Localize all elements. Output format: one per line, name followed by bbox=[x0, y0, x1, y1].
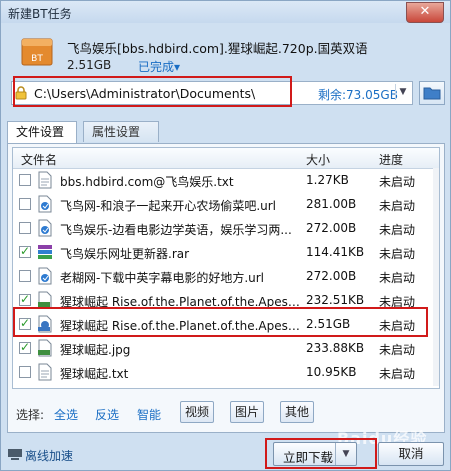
file-checkbox[interactable] bbox=[19, 270, 31, 282]
file-list-header: 文件名 大小 进度 bbox=[13, 148, 439, 169]
file-name: 猩球崛起.txt bbox=[60, 367, 129, 381]
file-name: bbs.hdbird.com@飞鸟娱乐.txt bbox=[60, 175, 234, 189]
txt-file-icon bbox=[37, 363, 53, 381]
file-progress: 未启动 bbox=[379, 223, 416, 237]
path-highlight-box bbox=[13, 76, 292, 107]
file-progress: 未启动 bbox=[379, 367, 416, 381]
column-progress-header[interactable]: 进度 bbox=[379, 151, 403, 168]
txt-file-icon bbox=[37, 171, 53, 189]
rar-file-icon bbox=[37, 243, 53, 261]
file-row[interactable]: 飞鸟网-和浪子一起来开心农场偷菜吧.url 281.00B 未启动 bbox=[13, 193, 439, 217]
footer-bar: 离线加速 立即下载 ▼ 取消 bbox=[1, 437, 450, 470]
file-settings-panel: 文件名 大小 进度 bbs.hdbird.com@飞鸟娱乐.txt 1.27KB 未… bbox=[7, 143, 445, 433]
column-size-header[interactable]: 大小 bbox=[306, 151, 330, 168]
file-name: 飞鸟娱乐-边看电影边学英语，娱乐学习两... bbox=[60, 223, 292, 237]
browse-folder-button[interactable] bbox=[419, 81, 445, 105]
file-row[interactable]: 老糊网-下载中英字幕电影的好地方.url 272.00B 未启动 bbox=[13, 265, 439, 289]
filter-image-button[interactable]: 图片 bbox=[230, 401, 264, 423]
offline-acceleration-link[interactable]: 离线加速 bbox=[25, 447, 73, 464]
file-row[interactable]: 猩球崛起.jpg 233.88KB 未启动 bbox=[13, 337, 439, 361]
filter-video-button[interactable]: 视频 bbox=[180, 401, 214, 423]
file-progress: 未启动 bbox=[379, 199, 416, 213]
title-bar: 新建BT任务 ✕ bbox=[1, 1, 450, 23]
file-row[interactable]: 飞鸟娱乐网址更新器.rar 114.41KB 未启动 bbox=[13, 241, 439, 265]
task-title: 飞鸟娱乐[bbs.hdbird.com].猩球崛起.720p.国英双语 bbox=[67, 41, 368, 56]
file-checkbox[interactable] bbox=[19, 222, 31, 234]
url-file-icon bbox=[37, 219, 53, 237]
smart-select-link[interactable]: 智能 bbox=[137, 406, 161, 423]
file-size: 233.88KB bbox=[306, 341, 365, 355]
file-row[interactable]: bbs.hdbird.com@飞鸟娱乐.txt 1.27KB 未启动 bbox=[13, 169, 439, 193]
file-size: 272.00B bbox=[306, 221, 357, 235]
tab-property-settings[interactable]: 属性设置 bbox=[83, 121, 159, 142]
bt-badge-text: BT bbox=[31, 54, 43, 64]
file-progress: 未启动 bbox=[379, 175, 416, 189]
file-name: 飞鸟娱乐网址更新器.rar bbox=[60, 247, 190, 261]
task-header: BT 飞鸟娱乐[bbs.hdbird.com].猩球崛起.720p.国英双语 2… bbox=[1, 23, 450, 75]
selected-file-highlight-box bbox=[13, 307, 428, 337]
file-checkbox[interactable] bbox=[19, 292, 31, 306]
path-dropdown-icon[interactable]: ▼ bbox=[395, 84, 410, 100]
tab-file-settings[interactable]: 文件设置 bbox=[7, 121, 77, 144]
file-checkbox[interactable] bbox=[19, 340, 31, 354]
file-row[interactable]: 猩球崛起.txt 10.95KB 未启动 bbox=[13, 361, 439, 385]
select-all-link[interactable]: 全选 bbox=[54, 406, 78, 423]
task-size: 2.51GB bbox=[67, 58, 112, 72]
file-progress: 未启动 bbox=[379, 247, 416, 261]
folder-icon bbox=[423, 87, 441, 100]
new-bt-task-window: 新建BT任务 ✕ BT 飞鸟娱乐[bbs.hdbird.com].猩球崛起.72… bbox=[0, 0, 451, 471]
url-file-icon bbox=[37, 195, 53, 213]
close-button[interactable]: ✕ bbox=[406, 2, 444, 23]
download-highlight-box bbox=[265, 438, 377, 469]
bt-file-icon: BT bbox=[21, 38, 53, 66]
free-space-label: 剩余:73.05GB bbox=[318, 88, 398, 102]
url-file-icon bbox=[37, 267, 53, 285]
file-size: 10.95KB bbox=[306, 365, 357, 379]
file-progress: 未启动 bbox=[379, 271, 416, 285]
file-checkbox[interactable] bbox=[19, 174, 31, 186]
file-size: 272.00B bbox=[306, 269, 357, 283]
file-list: 文件名 大小 进度 bbs.hdbird.com@飞鸟娱乐.txt 1.27KB 未… bbox=[12, 147, 440, 389]
file-size: 114.41KB bbox=[306, 245, 365, 259]
file-row[interactable]: 飞鸟娱乐-边看电影边学英语，娱乐学习两... 272.00B 未启动 bbox=[13, 217, 439, 241]
file-progress: 未启动 bbox=[379, 343, 416, 357]
file-checkbox[interactable] bbox=[19, 198, 31, 210]
file-size: 1.27KB bbox=[306, 173, 349, 187]
jpg-file-icon bbox=[37, 339, 53, 357]
file-name: 猩球崛起.jpg bbox=[60, 343, 131, 357]
filter-other-button[interactable]: 其他 bbox=[280, 401, 314, 423]
file-checkbox[interactable] bbox=[19, 366, 31, 378]
filter-bar: 选择: 全选 反选 智能 视频 图片 其他 bbox=[16, 401, 442, 425]
list-scrollbar[interactable] bbox=[433, 168, 439, 386]
invert-selection-link[interactable]: 反选 bbox=[95, 406, 119, 423]
offline-acceleration-icon bbox=[8, 449, 22, 460]
task-status-dropdown[interactable]: 已完成▾ bbox=[138, 58, 180, 75]
file-size: 281.00B bbox=[306, 197, 357, 211]
file-name: 老糊网-下载中英字幕电影的好地方.url bbox=[60, 271, 265, 285]
column-name-header[interactable]: 文件名 bbox=[21, 151, 57, 168]
filter-label: 选择: bbox=[16, 408, 45, 422]
file-size: 232.51KB bbox=[306, 293, 365, 307]
cancel-button[interactable]: 取消 bbox=[378, 442, 444, 466]
window-title: 新建BT任务 bbox=[8, 7, 72, 21]
file-name: 飞鸟网-和浪子一起来开心农场偷菜吧.url bbox=[60, 199, 277, 213]
file-checkbox[interactable] bbox=[19, 244, 31, 258]
